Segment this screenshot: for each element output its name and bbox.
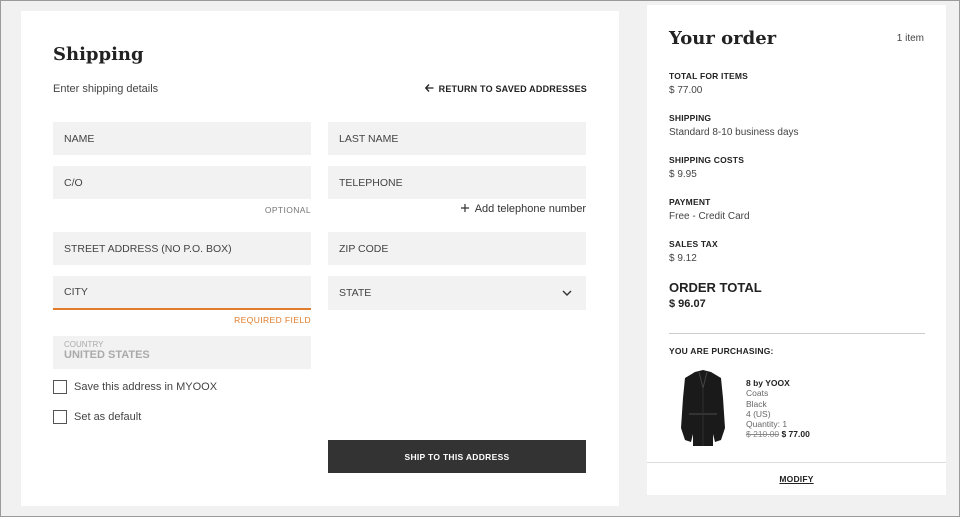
summary-label: SHIPPING COSTS xyxy=(669,155,745,165)
item-count: 1 item xyxy=(896,33,924,44)
summary-label: SALES TAX xyxy=(669,239,718,249)
street-address-field-label: STREET ADDRESS (NO P.O. BOX) xyxy=(64,242,232,255)
summary-label: TOTAL FOR ITEMS xyxy=(669,71,749,81)
divider xyxy=(669,333,925,334)
street-address-field[interactable]: STREET ADDRESS (NO P.O. BOX) xyxy=(53,232,311,265)
state-select-label: STATE xyxy=(339,287,372,299)
save-address-label: Save this address in MYOOX xyxy=(74,381,218,393)
product-brand: 8 by YOOX xyxy=(746,378,790,388)
city-field-label: CITY xyxy=(64,286,88,298)
order-title: Your order xyxy=(669,28,777,49)
product-category: Coats xyxy=(746,388,769,399)
summary-label: SHIPPING xyxy=(669,113,712,123)
summary-value: Standard 8-10 business days xyxy=(669,127,799,138)
product-quantity: Quantity: 1 xyxy=(746,419,788,430)
set-default-label: Set as default xyxy=(74,411,142,423)
order-total-label: ORDER TOTAL xyxy=(669,280,762,295)
city-field[interactable]: CITY xyxy=(53,276,311,310)
name-field-label: NAME xyxy=(64,132,95,145)
last-name-field[interactable]: LAST NAME xyxy=(328,122,586,155)
summary-row: TOTAL FOR ITEMS $ 77.00 xyxy=(669,71,748,96)
product-old-price: $ 210.00 xyxy=(746,429,780,440)
summary-value: $ 9.12 xyxy=(669,253,697,264)
purchasing-label: YOU ARE PURCHASING: xyxy=(669,346,774,356)
product-color: Black xyxy=(746,398,767,409)
co-field[interactable]: C/O xyxy=(53,166,311,199)
summary-value: Free - Credit Card xyxy=(669,211,750,222)
save-address-option[interactable]: Save this address in MYOOX xyxy=(53,380,217,394)
summary-row: SALES TAX $ 9.12 xyxy=(669,239,718,264)
summary-row: PAYMENT Free - Credit Card xyxy=(669,197,750,222)
country-field-label: COUNTRY xyxy=(64,340,104,349)
product-size: 4 (US) xyxy=(746,408,771,419)
add-telephone-link[interactable]: Add telephone number xyxy=(460,203,586,215)
return-link-label: RETURN TO SAVED ADDRESSES xyxy=(438,84,587,94)
return-to-saved-addresses-link[interactable]: RETURN TO SAVED ADDRESSES xyxy=(424,84,587,94)
divider xyxy=(647,462,946,463)
product-image[interactable] xyxy=(675,368,731,448)
co-field-label: C/O xyxy=(64,176,83,189)
order-summary-panel: Your order 1 item TOTAL FOR ITEMS $ 77.0… xyxy=(647,5,946,495)
shipping-panel: Shipping Enter shipping details RETURN T… xyxy=(21,11,619,506)
country-field: COUNTRY UNITED STATES xyxy=(53,336,311,369)
summary-value: $ 9.95 xyxy=(669,169,697,180)
plus-icon xyxy=(460,203,469,215)
set-default-option[interactable]: Set as default xyxy=(53,410,141,424)
summary-row: SHIPPING COSTS $ 9.95 xyxy=(669,155,744,180)
country-field-value: UNITED STATES xyxy=(64,349,150,361)
shipping-subtitle: Enter shipping details xyxy=(53,83,159,95)
order-total-value: $ 96.07 xyxy=(669,298,706,310)
save-address-checkbox[interactable] xyxy=(53,380,67,394)
set-default-checkbox[interactable] xyxy=(53,410,67,424)
zip-code-field-label: ZIP CODE xyxy=(339,242,389,255)
modify-link[interactable]: MODIFY xyxy=(647,474,946,484)
arrow-left-icon xyxy=(424,84,434,94)
last-name-field-label: LAST NAME xyxy=(339,132,399,145)
name-field[interactable]: NAME xyxy=(53,122,311,155)
telephone-field[interactable]: TELEPHONE xyxy=(328,166,586,199)
summary-row: SHIPPING Standard 8-10 business days xyxy=(669,113,799,138)
state-select[interactable]: STATE xyxy=(328,276,586,310)
summary-value: $ 77.00 xyxy=(669,85,703,96)
product-price: $ 210.00 $ 77.00 xyxy=(746,429,810,439)
telephone-field-label: TELEPHONE xyxy=(339,176,403,189)
ship-to-address-button[interactable]: SHIP TO THIS ADDRESS xyxy=(328,440,586,473)
zip-code-field[interactable]: ZIP CODE xyxy=(328,232,586,265)
add-telephone-label: Add telephone number xyxy=(474,203,586,215)
product-new-price: $ 77.00 xyxy=(781,429,810,440)
product-details: 8 by YOOX Coats Black 4 (US) Quantity: 1… xyxy=(746,378,810,440)
order-total: ORDER TOTAL $ 96.07 xyxy=(669,280,762,310)
chevron-down-icon xyxy=(562,287,572,299)
page-title: Shipping xyxy=(53,44,144,65)
summary-label: PAYMENT xyxy=(669,197,711,207)
optional-hint: OPTIONAL xyxy=(264,205,311,215)
required-field-error: REQUIRED FIELD xyxy=(234,315,311,325)
